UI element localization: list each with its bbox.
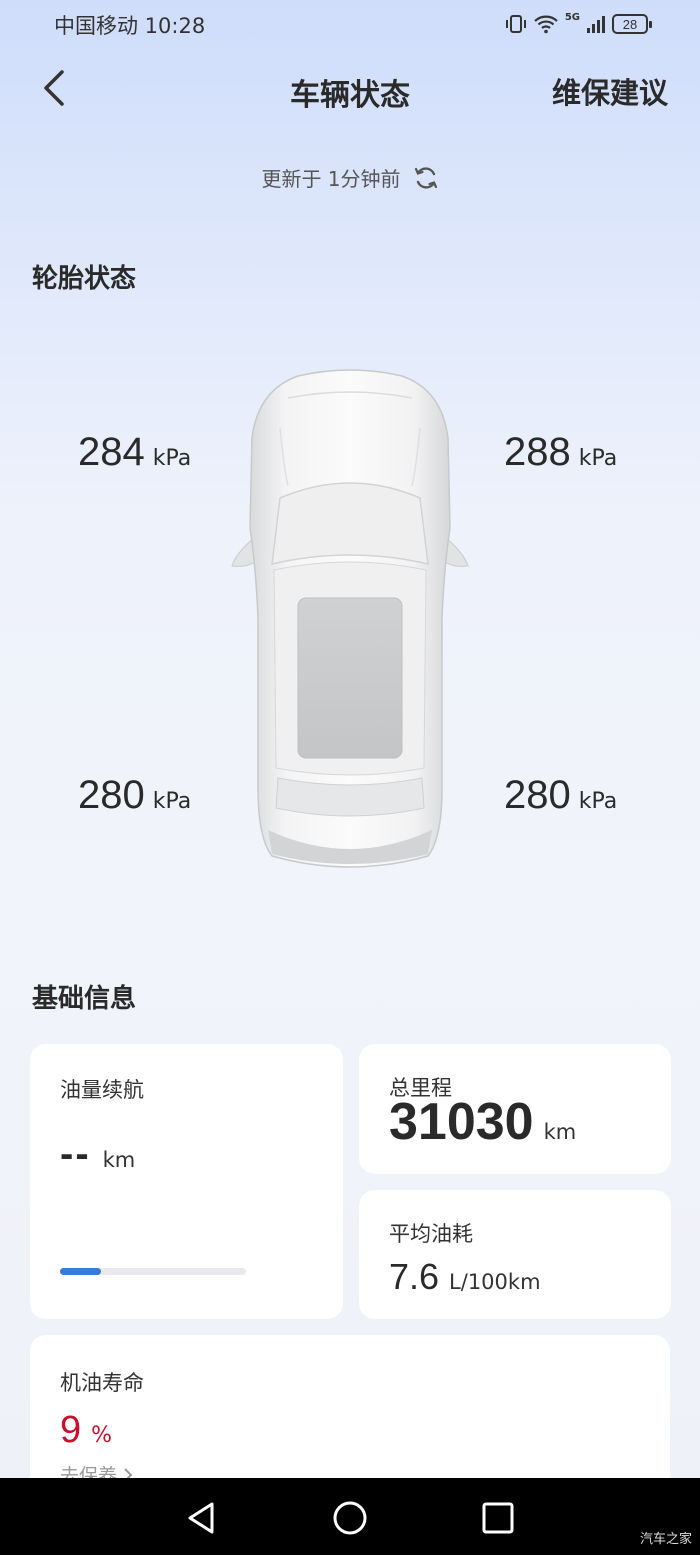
tire-front-left: 284 kPa [78, 430, 191, 475]
nav-back-icon[interactable] [182, 1498, 222, 1538]
oil-life-value: 9 [60, 1409, 82, 1451]
odometer-unit: km [543, 1120, 577, 1144]
odometer-card[interactable]: 总里程 31030 km [359, 1044, 671, 1174]
card-label: 机油寿命 [60, 1371, 144, 1395]
network-type: 5G [564, 12, 580, 23]
battery-level: 28 [622, 16, 638, 32]
maintenance-advice-link[interactable]: 维保建议 [552, 70, 668, 112]
basic-info-section-title: 基础信息 [32, 984, 137, 1014]
avg-fuel-value-row: 7.6 L/100km [389, 1256, 541, 1298]
avg-fuel-card[interactable]: 平均油耗 7.6 L/100km [359, 1190, 671, 1319]
tire-pressure-unit: kPa [152, 446, 192, 471]
fuel-range-unit: km [102, 1148, 136, 1172]
odometer-value-row: 31030 km [389, 1092, 576, 1152]
status-icons: 5G 28 [505, 12, 652, 36]
battery-icon: 28 [612, 14, 652, 34]
back-button[interactable] [36, 66, 76, 112]
tire-pressure-value: 280 [78, 773, 145, 817]
tire-rear-left: 280 kPa [78, 773, 191, 818]
card-label: 油量续航 [60, 1078, 144, 1102]
car-top-view-image [231, 369, 469, 868]
fuel-level-bar [60, 1268, 246, 1275]
fuel-range-value: -- [60, 1132, 91, 1176]
chevron-left-icon [44, 70, 64, 106]
oil-life-unit: % [91, 1423, 113, 1448]
tire-pressure-unit: kPa [578, 789, 618, 814]
tire-front-right: 288 kPa [504, 430, 617, 475]
status-bar: 中国移动 10:28 5G 28 [0, 0, 700, 50]
nav-home-icon[interactable] [330, 1498, 370, 1538]
card-label: 平均油耗 [389, 1222, 473, 1246]
avg-fuel-unit: L/100km [449, 1270, 541, 1294]
tire-rear-right: 280 kPa [504, 773, 617, 818]
tire-pressure-unit: kPa [578, 446, 618, 471]
vibrate-icon [505, 15, 526, 33]
carrier-time: 中国移动 10:28 [54, 14, 206, 38]
watermark: 汽车之家 [639, 1532, 692, 1547]
signal-icon [587, 16, 605, 33]
tire-pressure-value: 280 [504, 773, 571, 817]
tire-pressure-unit: kPa [152, 789, 192, 814]
odometer-value: 31030 [389, 1093, 534, 1151]
wifi-icon [534, 15, 558, 34]
tire-pressure-value: 288 [504, 430, 571, 474]
tire-pressure-value: 284 [78, 430, 145, 474]
tire-section-title: 轮胎状态 [32, 264, 137, 294]
avg-fuel-value: 7.6 [389, 1256, 440, 1297]
system-navigation-bar: 汽车之家 [0, 1478, 700, 1555]
update-text: 更新于 1分钟前 [261, 167, 401, 191]
fuel-range-value-row: -- km [60, 1132, 135, 1177]
nav-recents-icon[interactable] [478, 1498, 518, 1538]
update-status: 更新于 1分钟前 [0, 163, 700, 192]
refresh-icon[interactable] [413, 165, 439, 191]
fuel-level-bar-fill [60, 1268, 101, 1275]
fuel-range-card[interactable]: 油量续航 -- km [30, 1044, 343, 1319]
oil-life-value-row: 9 % [60, 1409, 112, 1452]
